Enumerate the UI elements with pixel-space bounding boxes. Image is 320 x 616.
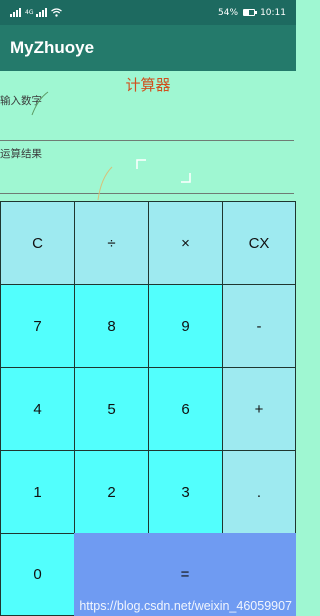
- battery-icon: [243, 9, 258, 16]
- clock: 10:11: [260, 7, 286, 18]
- key-1[interactable]: 1: [0, 450, 75, 534]
- key-8[interactable]: 8: [74, 284, 149, 368]
- decorative-stroke: [31, 91, 49, 116]
- result-label: 运算结果: [0, 148, 42, 160]
- clear-button[interactable]: C: [0, 201, 75, 285]
- network-type-label: 4G: [25, 9, 34, 16]
- number-input[interactable]: [0, 115, 294, 141]
- frame-corner-marks: [136, 159, 191, 183]
- key-2[interactable]: 2: [74, 450, 149, 534]
- status-icons-right: 54% 10:11: [218, 8, 286, 18]
- app-title: MyZhuoye: [10, 38, 95, 57]
- key-3[interactable]: 3: [148, 450, 223, 534]
- key-6[interactable]: 6: [148, 367, 223, 451]
- minus-button[interactable]: -: [222, 284, 296, 368]
- key-5[interactable]: 5: [74, 367, 149, 451]
- status-bar: 4G 54% 10:11: [0, 0, 296, 25]
- battery-level-fill: [244, 10, 250, 15]
- multiply-button[interactable]: ×: [148, 201, 223, 285]
- status-icons-left: 4G: [10, 8, 63, 17]
- key-9[interactable]: 9: [148, 284, 223, 368]
- backspace-button[interactable]: CX: [222, 201, 296, 285]
- battery-percent: 54%: [218, 7, 239, 18]
- plus-button[interactable]: +: [222, 367, 296, 451]
- wifi-icon: [51, 8, 63, 17]
- sim-signal-icon: [10, 8, 21, 17]
- key-4[interactable]: 4: [0, 367, 75, 451]
- keypad: C ÷ × CX 7 8 9 - 4 5 6 + 1 2 3 . 0 =: [0, 201, 296, 616]
- mobile-signal-icon: [36, 8, 48, 17]
- app-bar: MyZhuoye: [0, 25, 296, 71]
- divide-button[interactable]: ÷: [74, 201, 149, 285]
- decimal-point-button[interactable]: .: [222, 450, 296, 534]
- calculator-display: 计算器 输入数字 运算结果: [0, 71, 296, 201]
- watermark: https://blog.csdn.net/weixin_46059907: [79, 599, 292, 613]
- key-0[interactable]: 0: [0, 533, 75, 616]
- decorative-stroke: [97, 166, 113, 201]
- key-7[interactable]: 7: [0, 284, 75, 368]
